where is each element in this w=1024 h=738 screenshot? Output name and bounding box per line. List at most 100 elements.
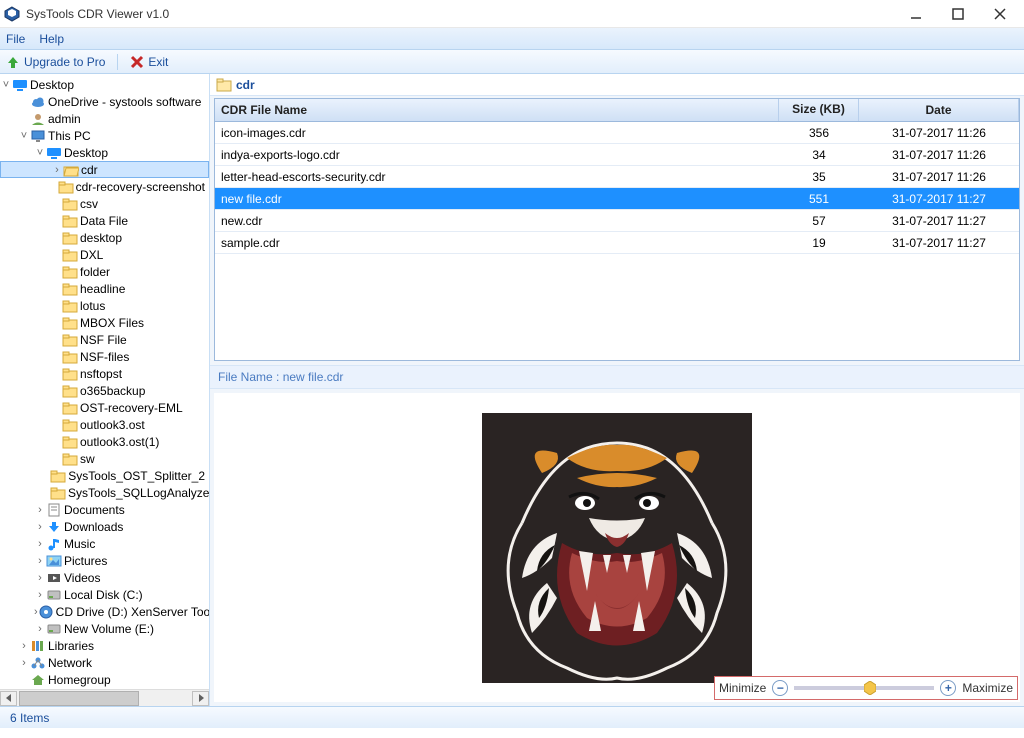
exit-button[interactable]: Exit [130,55,168,69]
tree-item-label: admin [48,112,81,126]
tree-item[interactable]: ›cdr [0,161,209,178]
tree-item[interactable]: lotus [0,297,209,314]
cell-filename: new file.cdr [215,192,779,206]
tree-item[interactable]: ˅Desktop [0,144,209,161]
tree-expander[interactable]: › [34,555,46,567]
tree-item[interactable]: MBOX Files [0,314,209,331]
zoom-min-label: Minimize [719,681,766,695]
tree-item[interactable]: NSF File [0,331,209,348]
tree-item[interactable]: ›Libraries [0,637,209,654]
tree-item[interactable]: Homegroup [0,671,209,688]
tree-horizontal-scrollbar[interactable] [0,689,209,706]
close-button[interactable] [988,4,1012,24]
grid-body: icon-images.cdr35631-07-2017 11:26indya-… [215,122,1019,360]
zoom-slider-knob[interactable] [864,681,876,695]
tree-item[interactable]: Data File [0,212,209,229]
tree-expander[interactable]: › [34,504,46,516]
tree-item-label: nsftopst [80,367,122,381]
col-header-size[interactable]: Size (KB) [779,99,859,121]
table-row[interactable]: new.cdr5731-07-2017 11:27 [215,210,1019,232]
titlebar: SysTools CDR Viewer v1.0 [0,0,1024,28]
tree-item-label: Documents [64,503,125,517]
tree-expander[interactable]: › [34,538,46,550]
tree-item[interactable]: SysTools_SQLLogAnalyzer [0,484,209,501]
tree-item[interactable]: ›Network [0,654,209,671]
disk-icon [46,622,62,636]
col-header-date[interactable]: Date [859,99,1019,121]
tree-item-label: OST-recovery-EML [80,401,183,415]
tree-item[interactable]: › Music [0,535,209,552]
folder-icon [62,367,78,381]
tree-item[interactable]: ›Downloads [0,518,209,535]
tree-item[interactable]: admin [0,110,209,127]
folder-tree[interactable]: ˅DesktopOneDrive - systools softwareadmi… [0,74,209,689]
cell-date: 31-07-2017 11:26 [859,148,1019,162]
table-row[interactable]: icon-images.cdr35631-07-2017 11:26 [215,122,1019,144]
zoom-out-button[interactable]: − [772,680,788,696]
tree-item[interactable]: Control Panel [0,688,209,689]
tree-expander[interactable]: › [18,640,30,652]
tree-expander[interactable]: › [34,521,46,533]
tree-item[interactable]: ›New Volume (E:) [0,620,209,637]
tree-item[interactable]: OST-recovery-EML [0,399,209,416]
tree-item[interactable]: ›Pictures [0,552,209,569]
table-row[interactable]: sample.cdr1931-07-2017 11:27 [215,232,1019,254]
tree-expander[interactable]: › [34,623,46,635]
maximize-button[interactable] [946,4,970,24]
table-row[interactable]: letter-head-escorts-security.cdr3531-07-… [215,166,1019,188]
tree-item-label: Music [64,537,95,551]
tree-item[interactable]: outlook3.ost [0,416,209,433]
tree-item[interactable]: headline [0,280,209,297]
menu-file[interactable]: File [6,32,25,46]
scroll-right-arrow[interactable] [192,691,209,706]
cloud-icon [30,95,46,109]
preview-pane: Minimize − + Maximize [214,393,1020,702]
scroll-thumb[interactable] [19,691,139,706]
tree-item-label: Desktop [30,78,74,92]
folder-icon [50,469,66,483]
tree-item[interactable]: desktop [0,229,209,246]
tree-expander[interactable]: ˅ [34,147,46,159]
music-icon [46,537,62,551]
zoom-in-button[interactable]: + [940,680,956,696]
tree-item[interactable]: sw [0,450,209,467]
tree-item[interactable]: SysTools_OST_Splitter_2 [0,467,209,484]
menu-help[interactable]: Help [39,32,64,46]
tree-item[interactable]: ˅This PC [0,127,209,144]
tree-item[interactable]: folder [0,263,209,280]
tree-item[interactable]: csv [0,195,209,212]
preview-image [482,413,752,683]
tree-item[interactable]: cdr-recovery-screenshot [0,178,209,195]
col-header-name[interactable]: CDR File Name [215,99,779,121]
tree-root-desktop[interactable]: ˅Desktop [0,76,209,93]
tree-expander[interactable]: › [18,657,30,669]
tree-expander[interactable]: › [34,589,46,601]
tree-item[interactable]: › Documents [0,501,209,518]
zoom-bar: Minimize − + Maximize [714,676,1018,700]
cell-filename: new.cdr [215,214,779,228]
scroll-left-arrow[interactable] [0,691,17,706]
tree-item-label: SysTools_OST_Splitter_2 [68,469,205,483]
tree-item[interactable]: OneDrive - systools software [0,93,209,110]
tree-item[interactable]: ›CD Drive (D:) XenServer Tools [0,603,209,620]
tree-item[interactable]: ›Local Disk (C:) [0,586,209,603]
table-row[interactable]: indya-exports-logo.cdr3431-07-2017 11:26 [215,144,1019,166]
tree-expander[interactable]: › [34,572,46,584]
tree-expander[interactable]: › [51,164,63,176]
tree-item[interactable]: NSF-files [0,348,209,365]
tree-item[interactable]: DXL [0,246,209,263]
tree-expander[interactable]: ˅ [18,130,30,142]
tree-item[interactable]: nsftopst [0,365,209,382]
folder-icon [62,197,78,211]
folder-icon [62,214,78,228]
arrow-up-icon [6,55,20,69]
cell-filename: icon-images.cdr [215,126,779,140]
upgrade-button[interactable]: Upgrade to Pro [6,55,105,69]
folder-icon [62,435,78,449]
tree-item[interactable]: outlook3.ost(1) [0,433,209,450]
minimize-button[interactable] [904,4,928,24]
tree-item[interactable]: ›Videos [0,569,209,586]
tree-item[interactable]: o365backup [0,382,209,399]
table-row[interactable]: new file.cdr55131-07-2017 11:27 [215,188,1019,210]
zoom-slider[interactable] [794,686,934,690]
